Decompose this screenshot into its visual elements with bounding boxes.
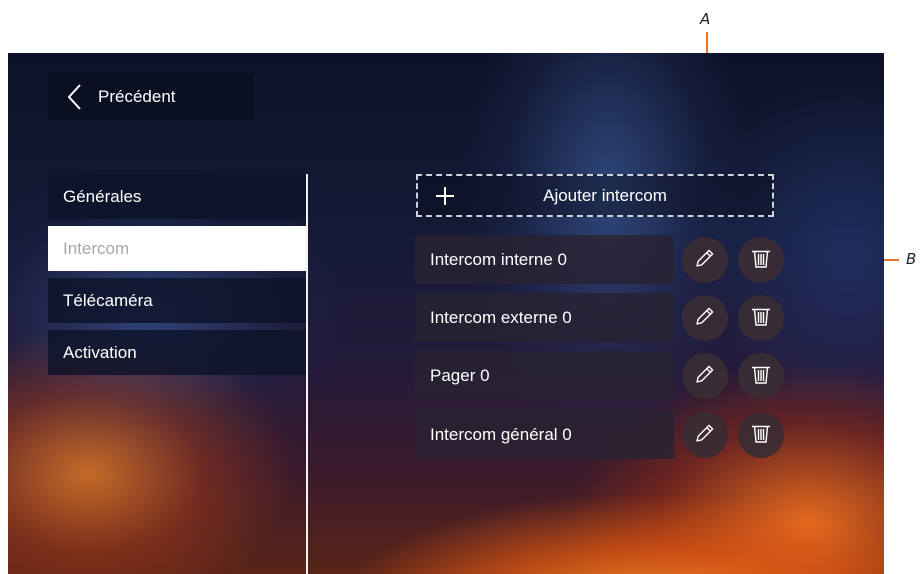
trash-icon xyxy=(749,421,773,450)
pencil-icon xyxy=(693,304,717,333)
back-button-label: Précédent xyxy=(98,87,176,106)
edit-button[interactable] xyxy=(682,237,728,283)
intercom-name-button[interactable]: Pager 0 xyxy=(415,351,674,400)
intercom-name-button[interactable]: Intercom interne 0 xyxy=(415,235,674,284)
back-button[interactable]: Précédent xyxy=(48,74,253,120)
intercom-name: Pager 0 xyxy=(430,365,490,385)
delete-button[interactable] xyxy=(738,412,784,458)
intercom-name: Intercom général 0 xyxy=(430,424,572,444)
pencil-icon xyxy=(693,421,717,450)
menu-item-telecamera[interactable]: Télécaméra xyxy=(48,278,307,323)
intercom-row: Intercom externe 0 xyxy=(415,293,787,342)
delete-button[interactable] xyxy=(738,237,784,283)
settings-menu: Générales Intercom Télécaméra Activation xyxy=(48,174,307,382)
intercom-row: Intercom interne 0 xyxy=(415,235,787,284)
pencil-icon xyxy=(693,246,717,275)
delete-button[interactable] xyxy=(738,295,784,341)
menu-item-generales[interactable]: Générales xyxy=(48,174,307,219)
intercom-name-button[interactable]: Intercom externe 0 xyxy=(415,293,674,342)
menu-item-label: Activation xyxy=(63,342,137,362)
menu-item-label: Générales xyxy=(63,186,142,206)
pencil-icon xyxy=(693,362,717,391)
intercom-name-button[interactable]: Intercom général 0 xyxy=(415,410,674,459)
trash-icon xyxy=(749,246,773,275)
menu-item-label: Intercom xyxy=(63,238,130,258)
edit-button[interactable] xyxy=(682,353,728,399)
callout-label-b: B xyxy=(906,250,917,268)
edit-button[interactable] xyxy=(682,412,728,458)
delete-button[interactable] xyxy=(738,353,784,399)
trash-icon xyxy=(749,304,773,333)
intercom-name: Intercom interne 0 xyxy=(430,249,568,269)
trash-icon xyxy=(749,362,773,391)
menu-item-label: Télécaméra xyxy=(63,290,153,310)
device-screen: Précédent Générales Intercom Télécaméra … xyxy=(8,53,884,574)
intercom-row: Pager 0 xyxy=(415,351,787,400)
add-intercom-label: Ajouter intercom xyxy=(543,185,667,205)
menu-item-activation[interactable]: Activation xyxy=(48,330,307,375)
menu-item-intercom[interactable]: Intercom xyxy=(48,226,307,271)
plus-icon xyxy=(418,185,472,207)
panel-divider xyxy=(306,174,308,574)
add-intercom-button[interactable]: Ajouter intercom xyxy=(416,174,774,217)
edit-button[interactable] xyxy=(682,295,728,341)
intercom-name: Intercom externe 0 xyxy=(430,307,572,327)
chevron-left-icon xyxy=(56,83,94,111)
intercom-row: Intercom général 0 xyxy=(415,410,787,459)
callout-label-a: A xyxy=(700,10,711,28)
